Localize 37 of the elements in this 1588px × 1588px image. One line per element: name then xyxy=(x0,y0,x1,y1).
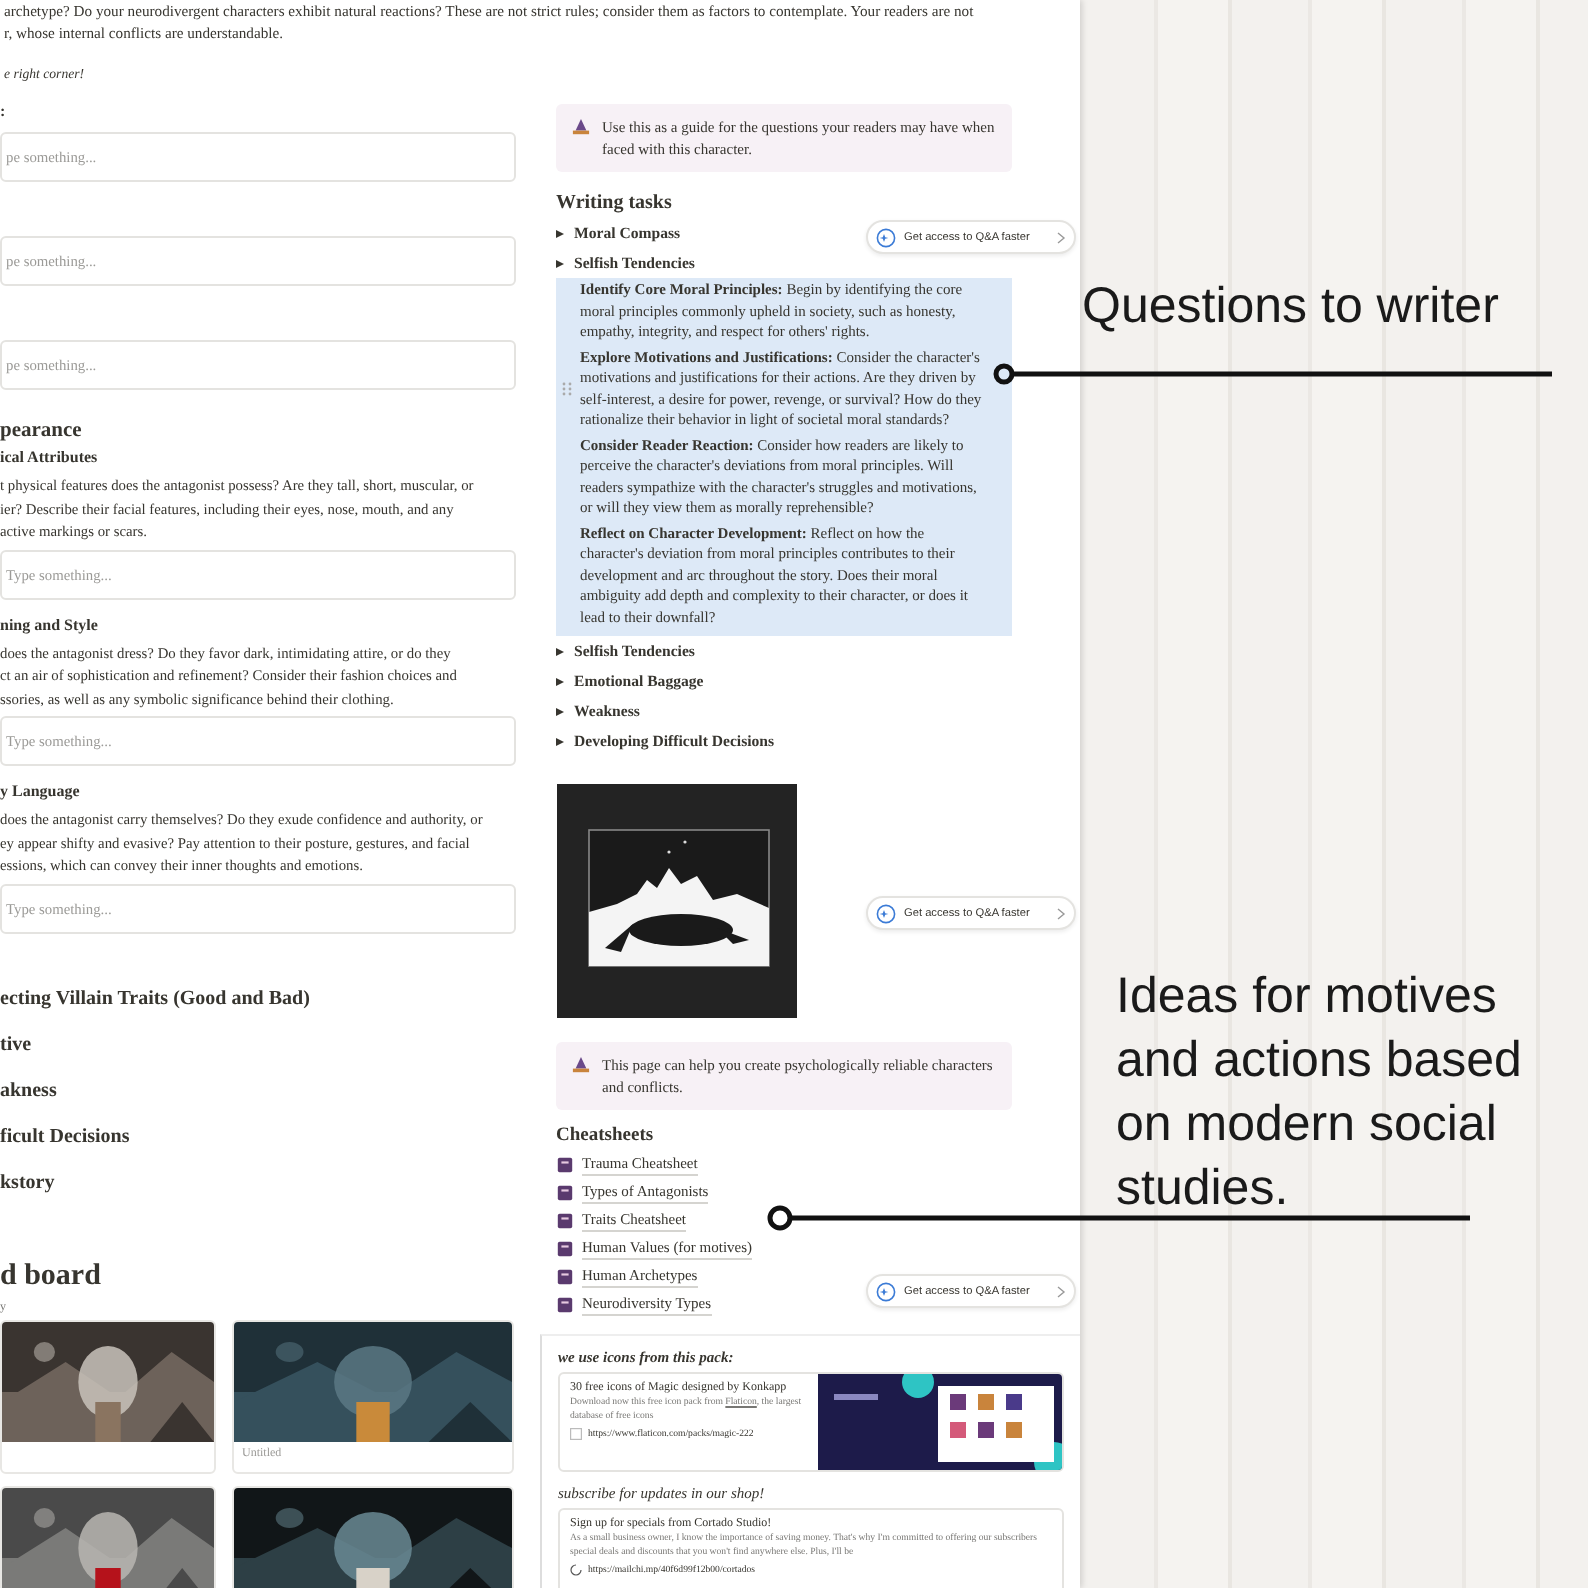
section-heading: ficult Decisions xyxy=(0,1123,130,1151)
toggle-icon[interactable] xyxy=(556,259,564,267)
toggle-icon[interactable] xyxy=(556,229,564,237)
book-icon xyxy=(556,1240,574,1258)
book-icon xyxy=(556,1184,574,1202)
subsection-heading: ning and Style xyxy=(0,615,98,633)
gallery-card[interactable] xyxy=(0,1319,216,1473)
section-heading: Writing tasks xyxy=(556,192,672,214)
section-heading: pearance xyxy=(0,420,82,442)
hat-icon xyxy=(572,1056,590,1074)
toggle-icon[interactable] xyxy=(556,647,564,655)
chevron-icon xyxy=(1056,1285,1066,1297)
section-heading: tive xyxy=(0,1031,32,1059)
book-icon xyxy=(556,1212,574,1230)
annotation-text: Questions to writer xyxy=(1082,276,1499,338)
book-icon xyxy=(556,1268,574,1286)
page-heading: d board xyxy=(0,1259,101,1293)
section-heading: ecting Villain Traits (Good and Bad) xyxy=(0,985,310,1013)
toggle-icon[interactable] xyxy=(556,677,564,685)
annotation-text: Ideas for motives and actions based on modern social studies. xyxy=(1116,966,1522,1220)
section-heading: kstory xyxy=(0,1169,55,1197)
loading-icon xyxy=(570,1564,582,1576)
bookmark-card[interactable] xyxy=(558,1508,1064,1588)
field-label: : xyxy=(0,102,6,120)
book-icon xyxy=(556,1156,574,1174)
toggle-icon[interactable] xyxy=(556,707,564,715)
hat-icon xyxy=(572,118,590,136)
section-heading: akness xyxy=(0,1077,57,1105)
chevron-icon xyxy=(1056,907,1066,919)
subsection-heading: y Language xyxy=(0,782,80,800)
favicon-icon xyxy=(570,1428,582,1440)
subsection-heading: ical Attributes xyxy=(0,448,98,466)
toggle-icon[interactable] xyxy=(556,737,564,745)
chevron-icon xyxy=(1056,231,1066,243)
drag-handle-icon[interactable] xyxy=(560,382,574,396)
book-icon xyxy=(556,1296,574,1314)
section-heading: Cheatsheets xyxy=(556,1126,654,1146)
